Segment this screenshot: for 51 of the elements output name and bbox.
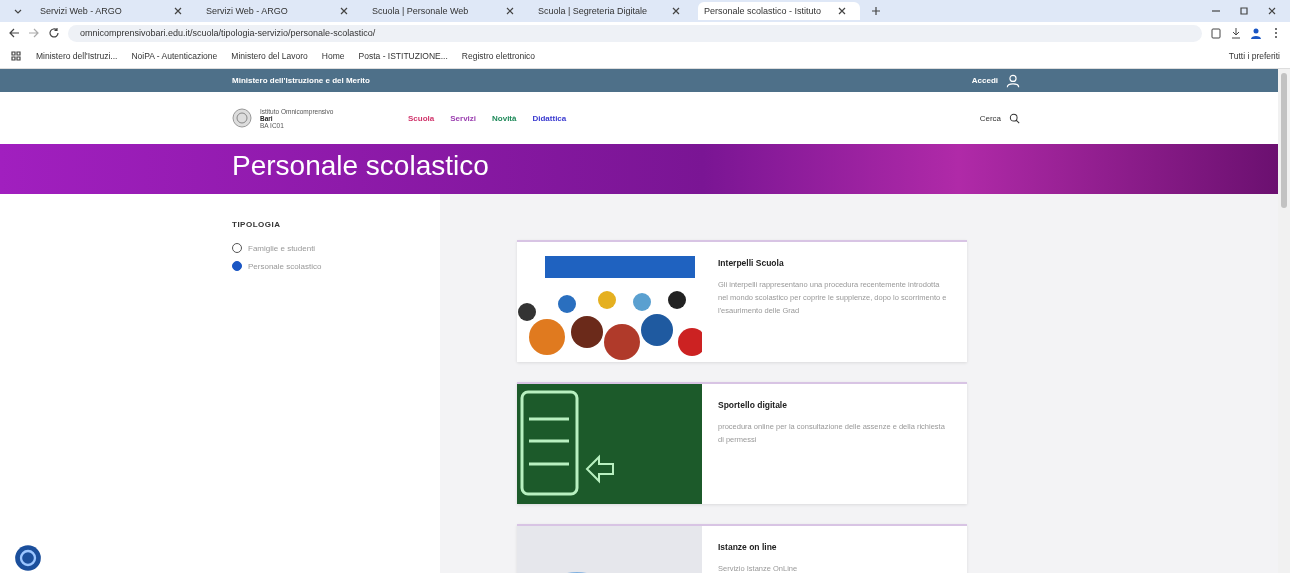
radio-button[interactable] <box>232 261 242 271</box>
close-icon[interactable] <box>338 5 350 17</box>
bookmark[interactable]: Posta - ISTITUZIONE... <box>358 51 448 61</box>
bookmark[interactable]: Home <box>321 51 345 61</box>
browser-tab[interactable]: Servizi Web - ARGO <box>34 2 196 20</box>
close-icon[interactable] <box>836 5 848 17</box>
ministry-link[interactable]: Ministero dell'Istruzione e del Merito <box>232 76 964 85</box>
profile-icon[interactable] <box>1250 27 1262 39</box>
close-icon[interactable] <box>1266 5 1278 17</box>
tab-title: Personale scolastico - Istituto <box>704 6 822 16</box>
tab-title: Servizi Web - ARGO <box>206 6 288 16</box>
close-icon[interactable] <box>172 5 184 17</box>
nav-link[interactable]: Scuola <box>408 113 435 123</box>
close-icon[interactable] <box>670 5 682 17</box>
browser-tab[interactable]: Scuola | Personale Web <box>366 2 528 20</box>
bookmark[interactable]: Registro elettronico <box>461 51 536 61</box>
tab-title: Scuola | Personale Web <box>372 6 469 16</box>
card-title[interactable]: Sportello digitale <box>718 400 951 410</box>
tab-title: Servizi Web - ARGO <box>40 6 122 16</box>
bookmark[interactable]: Ministero dell'Istruzi... <box>36 51 118 61</box>
search-link[interactable]: Cerca <box>979 113 1001 123</box>
browser-tab[interactable]: Servizi Web - ARGO <box>200 2 362 20</box>
user-icon[interactable] <box>1006 73 1020 88</box>
page-title: Personale scolastico <box>232 149 489 183</box>
bookmark[interactable]: NoiPA - Autenticazione <box>131 51 218 61</box>
reload-icon[interactable] <box>48 27 60 39</box>
apps-icon[interactable] <box>10 50 22 62</box>
login-link[interactable]: Accedi <box>971 76 998 85</box>
all-bookmarks[interactable]: Tutti i preferiti <box>1228 51 1280 61</box>
emblem-icon <box>232 108 252 128</box>
extension-icon[interactable] <box>1210 27 1222 39</box>
tab-title: Scuola | Segreteria Digitale <box>538 6 647 16</box>
back-icon[interactable] <box>8 27 20 39</box>
bookmark[interactable]: Ministero del Lavoro <box>231 51 308 61</box>
filter-heading: TIPOLOGIA <box>232 220 282 229</box>
download-icon[interactable] <box>1230 27 1242 39</box>
close-icon[interactable] <box>504 5 516 17</box>
nav-link[interactable]: Didattica <box>532 113 567 123</box>
plus-icon[interactable] <box>870 5 882 17</box>
card-title[interactable]: Interpelli Scuola <box>718 258 951 268</box>
browser-tab[interactable]: Scuola | Segreteria Digitale <box>532 2 694 20</box>
address-bar[interactable]: omnicomprensivobari.edu.it/scuola/tipologia-servizio/personale-scolastico/ <box>68 24 1202 42</box>
browser-tab[interactable]: Personale scolastico - Istituto <box>698 2 860 20</box>
maximize-icon[interactable] <box>1238 5 1250 17</box>
accessibility-icon[interactable] <box>14 544 42 572</box>
search-icon[interactable] <box>1009 112 1020 124</box>
scrollbar[interactable] <box>1278 69 1290 573</box>
card-title[interactable]: Istanze on line <box>718 542 798 552</box>
nav-link[interactable]: Servizi <box>450 113 477 123</box>
nav-link[interactable]: Novità <box>492 113 517 123</box>
scrollbar-thumb[interactable] <box>1281 73 1287 208</box>
